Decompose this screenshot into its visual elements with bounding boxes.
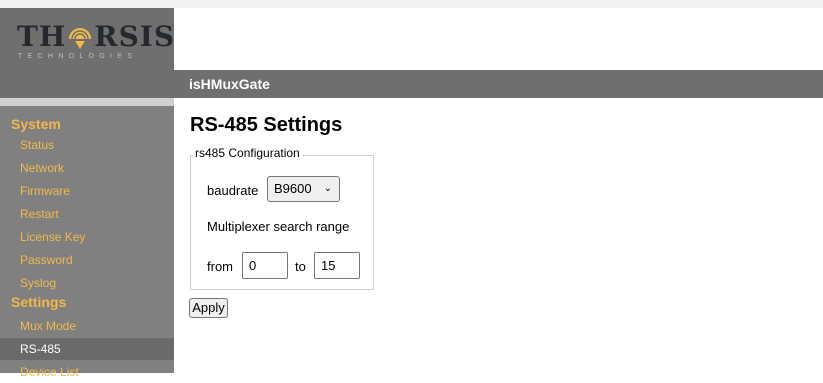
from-label: from (207, 259, 233, 274)
from-input[interactable]: 0 (242, 252, 288, 279)
sidebar-heading-system: System (11, 116, 61, 132)
header-bar-left (0, 70, 174, 98)
sidebar-item-firmware[interactable]: Firmware (0, 180, 174, 202)
sidebar-item-license-key[interactable]: License Key (0, 226, 174, 248)
chevron-down-icon: ⌄ (323, 183, 332, 194)
from-value: 0 (249, 258, 257, 273)
sidebar-item-network[interactable]: Network (0, 157, 174, 179)
to-label: to (295, 259, 306, 274)
baudrate-value: B9600 (274, 181, 312, 196)
sidebar-item-device-list[interactable]: Device List (0, 361, 174, 383)
baudrate-select[interactable]: B9600 ⌄ (267, 176, 340, 202)
sidebar-item-password[interactable]: Password (0, 249, 174, 271)
apply-button[interactable]: Apply (189, 298, 228, 318)
sidebar: System Status Network Firmware Restart L… (0, 98, 174, 379)
sidebar-item-syslog[interactable]: Syslog (0, 272, 174, 294)
to-value: 15 (321, 258, 336, 273)
to-input[interactable]: 15 (314, 252, 360, 279)
baudrate-label: baudrate (207, 183, 259, 198)
company-logo: TH RSIS TECHNOLOGIES (0, 8, 174, 70)
logo-wordmark: TH RSIS (17, 20, 176, 53)
page-title: RS-485 Settings (190, 114, 343, 136)
sidebar-item-status[interactable]: Status (0, 134, 174, 156)
sidebar-item-mux-mode[interactable]: Mux Mode (0, 315, 174, 337)
sidebar-item-rs485[interactable]: RS-485 (0, 338, 174, 360)
search-range-label: Multiplexer search range (207, 219, 350, 234)
logo-subtitle: TECHNOLOGIES (18, 53, 138, 60)
fieldset-legend: rs485 Configuration (193, 146, 302, 160)
app-title: isHMuxGate (189, 76, 270, 92)
sidebar-item-restart[interactable]: Restart (0, 203, 174, 225)
logo-emblem-icon (67, 25, 93, 51)
header-bar: isHMuxGate (174, 70, 823, 98)
sidebar-heading-settings: Settings (11, 294, 67, 310)
